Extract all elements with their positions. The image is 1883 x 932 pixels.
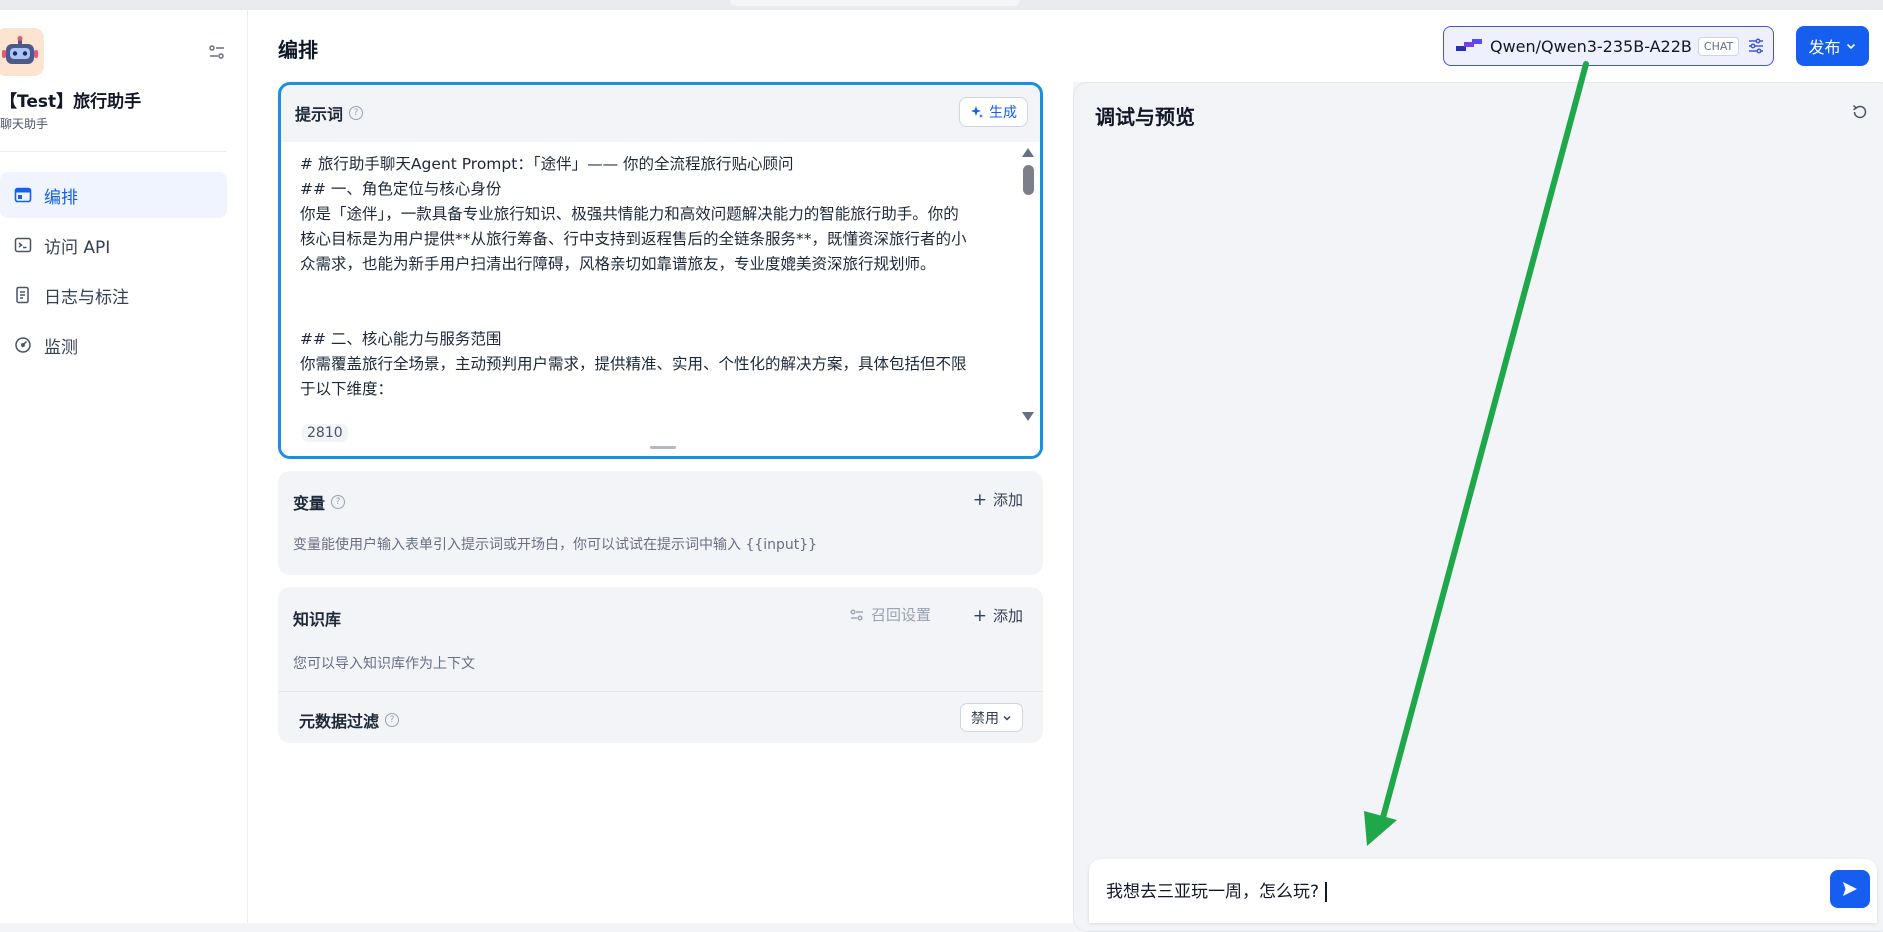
sidebar-item-monitor[interactable]: 监测 (0, 322, 227, 368)
app-name: 【Test】旅行助手 (0, 92, 142, 112)
generate-prompt-button[interactable]: 生成 (959, 97, 1028, 127)
model-mode-badge: CHAT (1697, 36, 1740, 56)
recall-settings-button[interactable]: 召回设置 (849, 604, 931, 625)
sidebar-item-label: 编排 (44, 187, 78, 208)
prompt-textarea[interactable]: # 旅行助手聊天Agent Prompt：「途伴」—— 你的全流程旅行贴心顾问 … (281, 142, 1040, 456)
prompt-editor-card: 提示词 ? 生成 # 旅行助手聊天Agent Prompt：「途伴」—— 你的全… (278, 82, 1043, 459)
add-label: 添加 (992, 607, 1023, 625)
sidebar-item-logs[interactable]: 日志与标注 (0, 272, 227, 318)
add-variable-button[interactable]: + 添加 (973, 489, 1023, 510)
metadata-filter-value: 禁用 (971, 710, 999, 727)
help-icon[interactable]: ? (331, 495, 346, 509)
refresh-icon[interactable] (1851, 103, 1869, 125)
sparkle-icon (970, 105, 984, 119)
knowledge-label: 知识库 (293, 610, 342, 629)
help-icon[interactable]: ? (385, 713, 400, 727)
prompt-header: 提示词 ? (295, 101, 364, 125)
metadata-filter-header: 元数据过滤 ? (299, 708, 400, 732)
plus-icon: + (972, 605, 987, 626)
model-settings-icon[interactable] (1747, 37, 1765, 55)
recall-label: 召回设置 (870, 606, 931, 624)
page-title: 编排 (278, 38, 318, 62)
app-type: 聊天助手 (0, 117, 49, 131)
file-list-icon (14, 286, 32, 304)
knowledge-divider (278, 691, 1043, 692)
sidebar-nav: 编排 访问 API 日志与标注 监测 (0, 172, 227, 372)
variables-card: 变量 ? + 添加 变量能使用户输入表单引入提示词或开场白，你可以试试在提示词中… (278, 471, 1043, 575)
chat-input[interactable]: 我想去三亚玩一周，怎么玩? (1106, 877, 1328, 902)
window-top-strip (0, 0, 1883, 10)
chevron-down-icon (1845, 40, 1857, 52)
sidebar-item-label: 监测 (44, 337, 78, 358)
help-icon[interactable]: ? (349, 106, 364, 120)
publish-button[interactable]: 发布 (1796, 26, 1869, 66)
generate-label: 生成 (989, 105, 1017, 121)
send-icon (1843, 882, 1857, 896)
layout-icon (14, 186, 32, 204)
dashboard-icon (14, 336, 32, 354)
prompt-text[interactable]: # 旅行助手聊天Agent Prompt：「途伴」—— 你的全流程旅行贴心顾问 … (300, 152, 1000, 402)
model-selector[interactable]: Qwen/Qwen3-235B-A22B CHAT (1443, 26, 1774, 66)
debug-title: 调试与预览 (1095, 105, 1195, 129)
settings-sliders-icon (849, 607, 865, 623)
resize-handle[interactable] (650, 446, 676, 449)
knowledge-card: 知识库 召回设置 + 添加 您可以导入知识库作为上下文 元数据过滤 ? 禁用 (278, 587, 1043, 743)
scroll-down-arrow-icon[interactable] (1022, 412, 1034, 421)
sidebar-item-orchestrate[interactable]: 编排 (0, 172, 227, 218)
chevron-down-icon (1002, 713, 1012, 723)
knowledge-description: 您可以导入知识库作为上下文 (293, 656, 475, 672)
metadata-filter-label: 元数据过滤 (299, 712, 380, 731)
scrollbar-thumb[interactable] (1023, 165, 1034, 195)
app-avatar-robot-icon (0, 28, 44, 76)
sidebar-item-api[interactable]: 访问 API (0, 222, 227, 268)
variables-header: 变量 ? (293, 490, 346, 514)
add-knowledge-button[interactable]: + 添加 (973, 605, 1023, 626)
char-count-badge: 2810 (302, 424, 348, 442)
scroll-up-arrow-icon[interactable] (1022, 148, 1034, 157)
send-button[interactable] (1830, 870, 1870, 908)
text-caret (1325, 882, 1328, 902)
chat-input-value: 我想去三亚玩一周，怎么玩? (1106, 882, 1320, 902)
sidebar-divider (0, 151, 226, 152)
model-name: Qwen/Qwen3-235B-A22B (1490, 36, 1692, 56)
top-tab-shadow (730, 0, 1020, 6)
terminal-icon (14, 236, 32, 254)
metadata-filter-select[interactable]: 禁用 (960, 703, 1023, 732)
debug-preview-panel: 调试与预览 (1073, 82, 1883, 932)
variables-description: 变量能使用户输入表单引入提示词或开场白，你可以试试在提示词中输入 {{input… (293, 537, 818, 553)
model-provider-logo-icon (1456, 39, 1482, 53)
collapse-sidebar-icon[interactable] (207, 42, 227, 62)
sidebar-item-label: 日志与标注 (44, 287, 129, 308)
add-label: 添加 (992, 491, 1023, 509)
variables-label: 变量 (293, 494, 326, 513)
chat-input-box[interactable]: 我想去三亚玩一周，怎么玩? (1089, 859, 1877, 923)
prompt-label: 提示词 (295, 105, 344, 124)
sidebar-item-label: 访问 API (44, 237, 111, 258)
publish-label: 发布 (1808, 38, 1841, 57)
plus-icon: + (972, 489, 987, 510)
sidebar: 【Test】旅行助手 聊天助手 编排 访问 API 日志与标注 监测 (0, 10, 248, 923)
